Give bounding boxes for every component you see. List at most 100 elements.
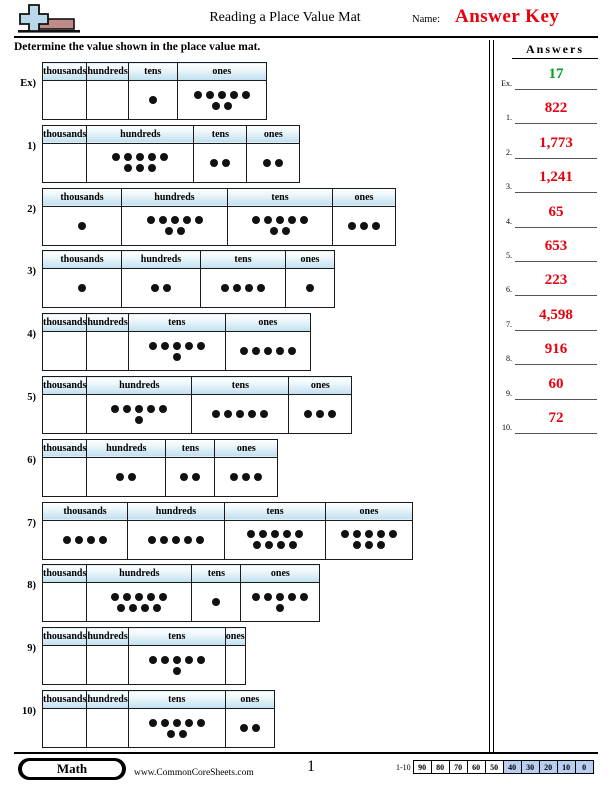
place-value-dot [239,347,248,356]
place-value-dot [212,598,221,607]
answer-index: 7. [506,319,512,329]
mat-cell-tens[interactable] [127,645,226,686]
mat-cell-tens[interactable] [165,456,216,497]
place-value-dot [233,284,241,293]
mat-cell-tens[interactable] [127,80,178,120]
mat-cell-thousands[interactable] [41,645,88,686]
answer-blank-line[interactable] [515,89,597,90]
place-value-dot [172,341,181,350]
place-value-dot [112,153,121,162]
mat-cell-thousands[interactable] [41,80,88,120]
mat-cell-tens[interactable] [193,142,248,183]
mat-cell-ones[interactable] [288,394,353,434]
place-value-dot [222,158,231,167]
answer-blank-line[interactable] [515,329,597,331]
problem-number: Ex) [20,78,36,89]
mat-cell-hundreds[interactable] [86,331,129,372]
mat-cell-thousands[interactable] [41,331,88,372]
mat-header-hundreds: hundreds [86,438,167,458]
dot-row [232,227,328,236]
problem-number: 4) [27,329,36,341]
answer-blank-line[interactable] [515,157,597,159]
place-value-dot [389,530,397,539]
mat-cell-hundreds[interactable] [86,708,129,748]
mat-cell-tens[interactable] [127,708,226,748]
mat-cell-ones[interactable] [246,142,301,183]
problem-number: 3) [27,266,36,278]
answer-blank-line[interactable] [515,295,597,297]
problem-number: 5) [27,392,36,403]
answer-index: Ex. [501,79,512,88]
mat-cell-ones[interactable] [176,80,267,120]
place-value-dot [184,655,193,664]
place-value-dot [377,541,385,550]
mat-cell-ones[interactable] [285,268,335,309]
plus-block-logo-icon [18,4,80,33]
dot-row [245,592,315,601]
mat-cell-thousands[interactable] [41,708,88,748]
mat-cell-tens[interactable] [191,582,242,623]
place-value-dot [176,227,185,236]
mat-cell-thousands[interactable] [41,142,88,183]
mat-header-row: thousands hundreds tens ones [41,124,301,144]
mat-cell-thousands[interactable] [41,456,88,497]
place-value-mat: thousands hundreds tens ones [41,124,301,183]
place-value-dot [158,216,167,225]
mat-cell-tens[interactable] [200,268,286,309]
dot-row [126,284,196,293]
mat-cell-hundreds[interactable] [86,80,129,120]
mat-header-ones: ones [214,438,279,458]
mat-cell-thousands[interactable] [41,582,88,623]
place-value-dot [135,415,144,424]
mat-cell-ones[interactable] [325,519,413,560]
place-value-dot [184,718,193,727]
answer-blank-line[interactable] [515,364,597,366]
place-value-dot [160,718,169,727]
mat-cell-ones[interactable] [240,582,321,623]
page-number: 1 [307,758,315,775]
answer-row: 8. 916 [496,339,598,373]
answer-blank-line[interactable] [515,226,597,228]
dot-row [91,592,187,601]
mat-body-row [41,456,279,497]
answer-index: 5. [506,251,512,260]
mat-header-row: thousands hundreds tens ones [41,376,353,395]
mat-cell-ones[interactable] [224,645,246,686]
mat-header-ones: ones [240,564,321,584]
mat-cell-thousands[interactable] [41,394,88,434]
mat-cell-tens[interactable] [224,519,326,560]
answer-blank-line[interactable] [515,192,597,194]
dot-group [129,81,177,119]
mat-cell-hundreds[interactable] [121,268,201,309]
place-value-dot [123,404,132,413]
mat-cell-hundreds[interactable] [86,645,129,686]
mat-cell-hundreds[interactable] [127,519,225,560]
mat-cell-tens[interactable] [191,394,290,434]
website-url: www.CommonCoreSheets.com [134,768,254,778]
mat-cell-hundreds[interactable] [86,142,195,183]
mat-cell-hundreds[interactable] [121,205,228,246]
mat-cell-thousands[interactable] [42,205,122,246]
mat-cell-ones[interactable] [332,205,396,246]
answer-blank-line[interactable] [515,433,597,434]
subject-label: Math [22,761,122,777]
dot-row [182,90,262,99]
mat-cell-ones[interactable] [224,331,311,372]
mat-cell-thousands[interactable] [42,268,122,309]
mat-cell-tens[interactable] [227,205,333,246]
answer-blank-line[interactable] [515,261,597,262]
mat-cell-tens[interactable] [127,331,226,372]
dot-row [133,729,221,738]
dot-row [133,666,221,675]
mat-cell-hundreds[interactable] [86,394,193,434]
answer-blank-line[interactable] [515,398,597,400]
mat-cell-hundreds[interactable] [86,456,167,497]
mat-cell-thousands[interactable] [42,519,128,560]
mat-cell-ones[interactable] [224,708,275,748]
answer-index: 9. [506,388,512,398]
answer-row: 3. 1,241 [496,167,598,201]
place-value-dot [196,535,204,544]
mat-cell-hundreds[interactable] [86,582,193,623]
mat-cell-ones[interactable] [214,456,279,497]
answer-blank-line[interactable] [515,123,597,125]
